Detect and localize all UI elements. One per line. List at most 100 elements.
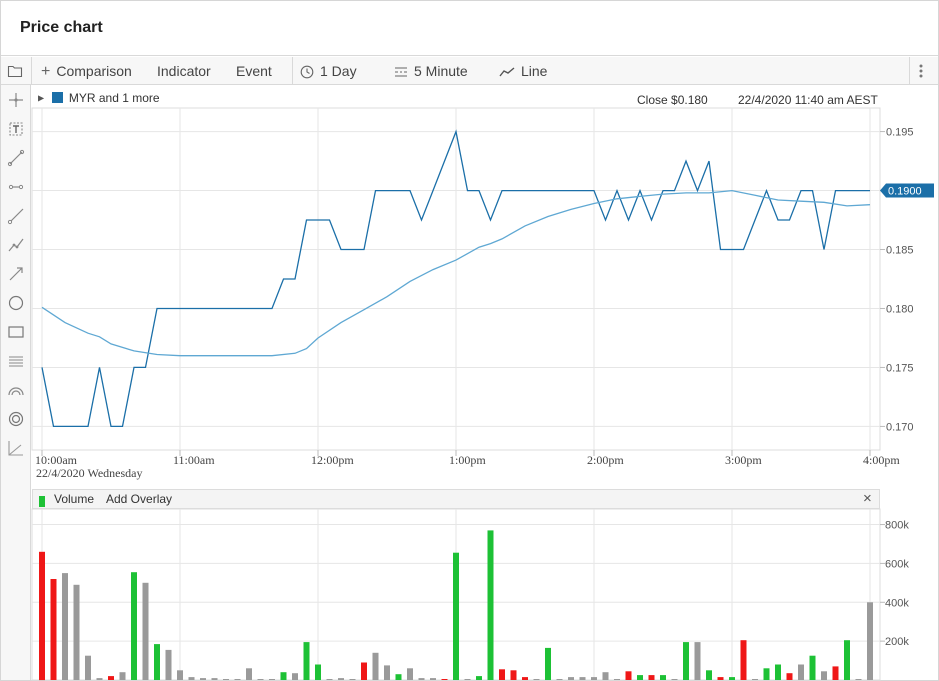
volume-bar [832, 666, 839, 680]
volume-bar [188, 677, 195, 680]
volume-tick-label: 600k [885, 558, 909, 570]
volume-bar [809, 655, 816, 680]
volume-bar [798, 664, 804, 680]
volume-bar [246, 668, 252, 680]
volume-bar [395, 674, 402, 680]
volume-bar [867, 602, 873, 680]
volume-bar [200, 678, 206, 680]
volume-bar [211, 678, 218, 680]
close-volume-panel-button[interactable]: × [863, 490, 872, 507]
volume-bar [234, 679, 241, 680]
volume-bar [154, 644, 160, 680]
volume-bar [73, 584, 80, 680]
volume-bar [648, 675, 655, 680]
volume-bar [637, 675, 643, 680]
time-tick-label: 2:00pm [587, 453, 624, 467]
time-tick-label: 4:00pm [863, 453, 900, 467]
volume-bar [418, 678, 425, 680]
volume-bar [441, 679, 448, 680]
volume-bar [660, 675, 666, 680]
price-volume-chart[interactable]: 0.1700.1750.1800.1850.1900.195 10:00am11… [0, 0, 939, 681]
volume-bar [602, 672, 609, 680]
volume-bars [39, 530, 873, 681]
volume-bar [591, 677, 597, 680]
time-tick-label: 10:00am [35, 453, 78, 467]
time-x-axis: 10:00am 11:00am 12:00pm 1:00pm 2:00pm 3:00pm 4… [35, 450, 900, 480]
volume-bar [568, 677, 574, 680]
volume-bar [177, 670, 183, 680]
volume-bar [384, 665, 390, 680]
volume-bar [763, 668, 770, 680]
volume-bar [706, 670, 712, 680]
volume-bar [579, 677, 586, 680]
volume-bar [315, 664, 321, 680]
volume-bar [39, 551, 45, 681]
volume-panel-header: Volume Add Overlay × [32, 489, 880, 509]
volume-bar [476, 676, 482, 680]
price-tick-label: 0.185 [886, 245, 914, 257]
volume-bar [464, 679, 471, 680]
volume-tick-label: 200k [885, 636, 909, 648]
volume-bar [108, 676, 114, 680]
volume-bar [844, 640, 850, 680]
volume-bar [775, 664, 781, 680]
price-tick-label: 0.170 [886, 421, 914, 433]
volume-bar [223, 679, 229, 680]
volume-bar [269, 679, 275, 680]
price-grid [31, 107, 881, 451]
volume-bar [545, 647, 551, 680]
volume-bar [683, 642, 689, 680]
volume-bar [372, 652, 379, 680]
volume-bar [786, 673, 793, 680]
volume-bar [407, 668, 413, 680]
volume-bar [533, 679, 540, 680]
volume-bar [614, 679, 620, 680]
date-label: 22/4/2020 Wednesday [36, 466, 142, 480]
volume-bar [694, 642, 701, 680]
volume-bar [303, 642, 310, 680]
volume-bar [280, 672, 287, 680]
volume-bar [50, 579, 57, 680]
volume-bar [62, 573, 68, 680]
volume-bar [257, 679, 264, 680]
volume-bar [752, 679, 758, 680]
volume-bar [499, 669, 505, 680]
volume-bar [85, 655, 91, 680]
add-overlay-button[interactable]: Add Overlay [106, 492, 172, 506]
volume-bar [430, 678, 436, 680]
volume-bar [487, 530, 494, 680]
volume-bar [96, 678, 103, 680]
volume-bar [165, 649, 172, 680]
volume-label: Volume [54, 492, 95, 506]
volume-bar [361, 662, 367, 680]
volume-bar [292, 673, 298, 680]
volume-bar [119, 672, 126, 680]
volume-bar [729, 677, 735, 680]
volume-bar [142, 582, 149, 680]
volume-bar [453, 552, 459, 680]
time-tick-label: 3:00pm [725, 453, 762, 467]
time-tick-label: 12:00pm [311, 453, 354, 467]
time-tick-label: 11:00am [173, 453, 215, 467]
volume-tick-label: 400k [885, 597, 909, 609]
volume-bar [717, 677, 724, 680]
price-tick-label: 0.175 [886, 362, 914, 374]
price-y-axis: 0.1700.1750.1800.1850.1900.195 [880, 127, 914, 433]
time-tick-label: 1:00pm [449, 453, 486, 467]
price-tick-label: 0.180 [886, 303, 914, 315]
volume-bar [556, 679, 563, 680]
volume-bar [338, 678, 344, 680]
volume-tick-label: 800k [885, 520, 909, 532]
current-price-tag: 0.1900 [880, 183, 934, 198]
price-tick-label: 0.195 [886, 127, 914, 139]
volume-bar [522, 677, 528, 680]
volume-bar [671, 679, 678, 680]
volume-bar [349, 679, 356, 680]
volume-bar [855, 679, 862, 680]
volume-bar [510, 670, 517, 680]
volume-bar [821, 671, 827, 680]
volume-bar [740, 640, 747, 680]
volume-bar [625, 671, 632, 680]
current-price-tag-label: 0.1900 [888, 186, 922, 198]
volume-bar [131, 572, 137, 680]
